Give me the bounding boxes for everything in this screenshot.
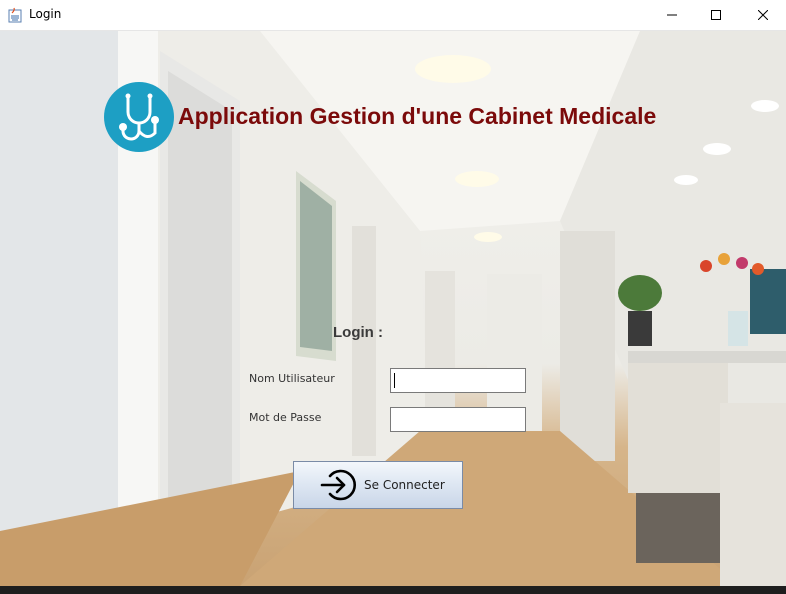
- title-bar: Login: [0, 0, 786, 31]
- maximize-icon: [711, 10, 721, 20]
- connect-button[interactable]: Se Connecter: [293, 461, 463, 509]
- close-button[interactable]: [740, 0, 786, 30]
- app-title: Application Gestion d'une Cabinet Medica…: [178, 103, 657, 129]
- minimize-icon: [667, 14, 677, 16]
- java-app-icon: [8, 7, 22, 23]
- close-icon: [758, 10, 768, 20]
- password-label: Mot de Passe: [249, 411, 322, 424]
- maximize-button[interactable]: [693, 0, 739, 30]
- password-input[interactable]: [390, 407, 526, 432]
- minimize-button[interactable]: [649, 0, 695, 30]
- login-heading: Login :: [333, 324, 383, 341]
- login-arrow-icon: [320, 469, 357, 501]
- text-caret: [394, 373, 395, 388]
- window-title: Login: [29, 7, 62, 21]
- window-bottom-edge: [0, 586, 786, 594]
- username-input[interactable]: [390, 368, 526, 393]
- stethoscope-icon: [104, 82, 174, 152]
- username-label: Nom Utilisateur: [249, 372, 335, 385]
- connect-button-label: Se Connecter: [364, 478, 445, 492]
